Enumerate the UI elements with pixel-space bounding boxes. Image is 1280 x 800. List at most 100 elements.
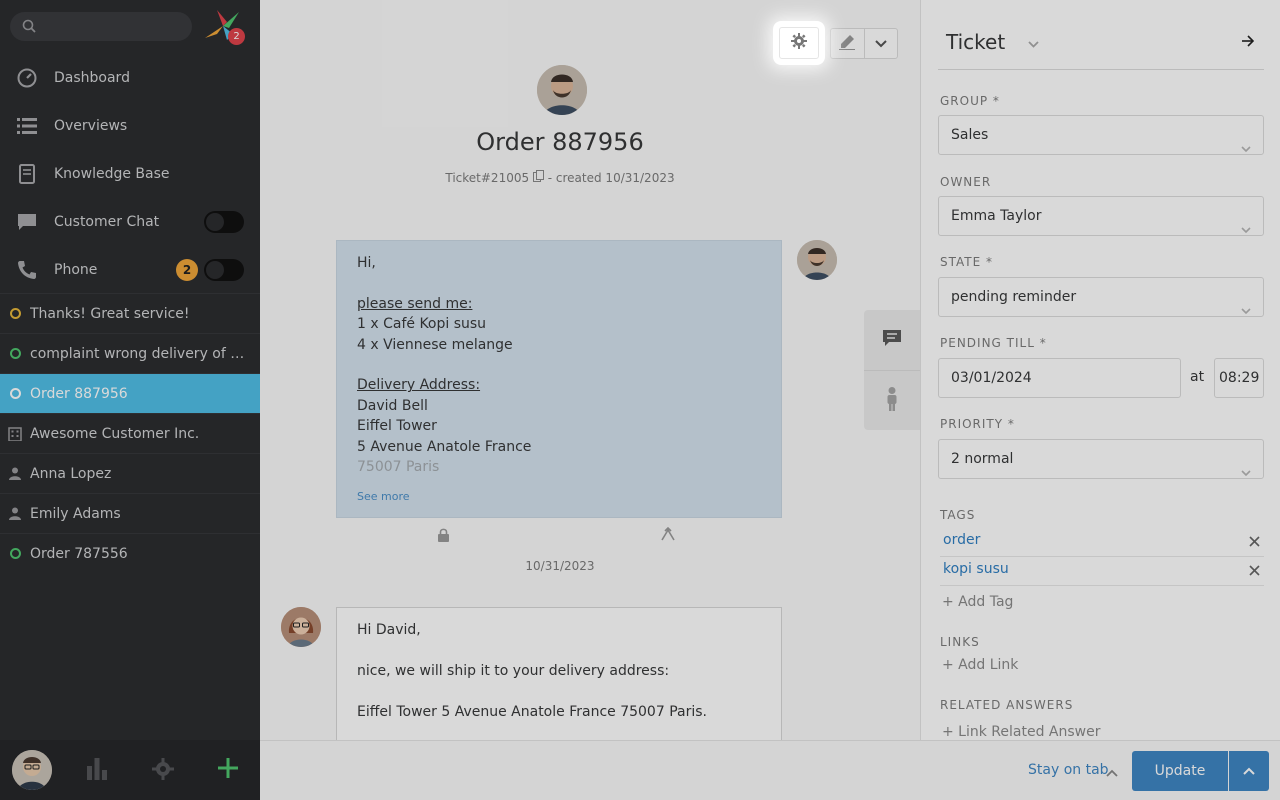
update-options-button[interactable]	[1229, 751, 1269, 791]
article-line: 4 x Viennese melange	[357, 336, 513, 353]
at-label: at	[1190, 369, 1205, 385]
split-icon[interactable]	[661, 526, 675, 545]
owner-select[interactable]: Emma Taylor	[938, 196, 1264, 236]
chevron-down-icon[interactable]	[1028, 37, 1039, 53]
article-date: 10/31/2023	[525, 559, 595, 573]
plus-icon[interactable]	[218, 758, 238, 782]
article-line	[357, 273, 761, 293]
tag-link[interactable]: kopi susu	[943, 561, 1009, 577]
person-icon	[886, 386, 898, 415]
article-line: Eiffel Tower	[357, 418, 437, 435]
owner-value: Emma Taylor	[951, 208, 1042, 224]
stay-on-tab-button[interactable]: Stay on tab	[1028, 762, 1109, 778]
sidebar-tab-customer[interactable]	[864, 370, 920, 430]
tag-item: kopi susu	[940, 557, 1264, 586]
nav-label: Knowledge Base	[54, 166, 170, 182]
agent-avatar[interactable]	[281, 607, 321, 647]
close-icon[interactable]	[1249, 564, 1260, 580]
chevron-down-icon	[1241, 130, 1251, 168]
phone-toggle[interactable]	[204, 259, 244, 281]
open-tab-emily-adams[interactable]: Emily Adams	[0, 493, 260, 533]
state-value: pending reminder	[951, 289, 1077, 305]
nav-customer-chat[interactable]: Customer Chat	[0, 198, 260, 246]
dashboard-icon	[0, 68, 54, 88]
priority-value: 2 normal	[951, 451, 1014, 467]
sidebar-title[interactable]: Ticket	[946, 30, 1005, 54]
open-tab-thanks-great-service[interactable]: Thanks! Great service!	[0, 293, 260, 333]
customer-chat-toggle[interactable]	[204, 211, 244, 233]
nav-knowledge-base[interactable]: Knowledge Base	[0, 150, 260, 198]
see-more-link[interactable]: See more	[357, 487, 410, 507]
link-related-answer-link[interactable]: + Link Related Answer	[942, 724, 1100, 740]
article-line: Delivery Address:	[357, 377, 481, 394]
edit-button[interactable]	[831, 29, 864, 58]
person-icon	[0, 507, 30, 520]
article-line: 1 x Café Kopi susu	[357, 316, 487, 333]
copy-icon[interactable]	[532, 170, 548, 185]
reporting-icon[interactable]	[87, 758, 107, 784]
more-actions-button[interactable]	[863, 29, 897, 58]
priority-select[interactable]: 2 normal	[938, 439, 1264, 479]
open-tab-complaint-wrong-delivery[interactable]: complaint wrong delivery of order	[0, 333, 260, 373]
ticket-status-pending-icon	[9, 388, 21, 399]
add-link-link[interactable]: + Add Link	[942, 657, 1018, 673]
chevron-down-icon	[1241, 454, 1251, 492]
state-select[interactable]: pending reminder	[938, 277, 1264, 317]
sidebar-footer	[0, 740, 260, 800]
arrow-right-icon[interactable]	[1242, 35, 1255, 51]
group-label: GROUP *	[940, 94, 1000, 108]
sidebar-header: Ticket	[938, 28, 1264, 70]
search-icon	[22, 19, 36, 37]
ticket-action-bar: Stay on tab Update	[260, 740, 1280, 800]
nav-overviews[interactable]: Overviews	[0, 102, 260, 150]
user-avatar[interactable]	[12, 750, 52, 790]
update-button[interactable]: Update	[1132, 751, 1228, 791]
article-line: David Bell	[357, 397, 428, 414]
tag-link[interactable]: order	[943, 532, 980, 548]
tab-label: Anna Lopez	[30, 465, 112, 482]
tab-label: Awesome Customer Inc.	[30, 425, 200, 442]
overviews-icon	[0, 117, 54, 135]
open-tab-anna-lopez[interactable]: Anna Lopez	[0, 453, 260, 493]
ticket-title[interactable]: Order 887956	[260, 128, 860, 156]
tags-label: TAGS	[940, 508, 976, 522]
lock-icon[interactable]	[438, 528, 449, 546]
nav-dashboard[interactable]: Dashboard	[0, 54, 260, 102]
sidebar-tab-ticket[interactable]	[864, 310, 920, 370]
search-input[interactable]	[10, 12, 192, 41]
article-line: Eiffel Tower 5 Avenue Anatole France 750…	[357, 703, 707, 720]
open-tab-order-887956[interactable]: Order 887956	[0, 373, 260, 413]
open-tab-awesome-customer-inc[interactable]: Awesome Customer Inc.	[0, 413, 260, 453]
knowledge-base-icon	[0, 164, 54, 184]
ticket-status-new-icon	[9, 548, 21, 559]
close-icon[interactable]	[1249, 535, 1260, 551]
gear-icon[interactable]	[152, 758, 174, 784]
nav-label: Dashboard	[54, 70, 130, 86]
customer-avatar[interactable]	[797, 240, 837, 280]
notification-count-badge: 2	[228, 28, 245, 45]
attribute-sidebar-tabs	[864, 310, 920, 430]
nav-phone[interactable]: Phone 2	[0, 246, 260, 294]
add-tag-link[interactable]: + Add Tag	[942, 594, 1013, 610]
chat-icon	[0, 213, 54, 231]
ticket-status-new-icon	[9, 348, 21, 359]
customer-article: Hi, please send me: 1 x Café Kopi susu 4…	[336, 240, 782, 518]
open-tab-order-787556[interactable]: Order 787556	[0, 533, 260, 573]
article-line	[357, 355, 761, 375]
chevron-up-icon[interactable]	[1106, 765, 1118, 781]
customer-avatar[interactable]	[537, 65, 587, 115]
group-value: Sales	[951, 127, 989, 143]
pencil-icon	[839, 34, 856, 54]
chevron-down-icon	[1241, 292, 1251, 330]
state-label: STATE *	[940, 255, 994, 269]
article-line: Hi David,	[357, 622, 421, 638]
group-select[interactable]: Sales	[938, 115, 1264, 155]
ticket-settings-button[interactable]	[779, 27, 819, 59]
tag-item: order	[940, 528, 1264, 557]
person-icon	[0, 467, 30, 480]
chevron-down-icon	[875, 36, 887, 52]
ticket-status-open-icon	[9, 308, 21, 319]
links-label: LINKS	[940, 635, 980, 649]
pending-time-input[interactable]: 08:29	[1214, 358, 1264, 398]
pending-date-input[interactable]: 03/01/2024	[938, 358, 1181, 398]
